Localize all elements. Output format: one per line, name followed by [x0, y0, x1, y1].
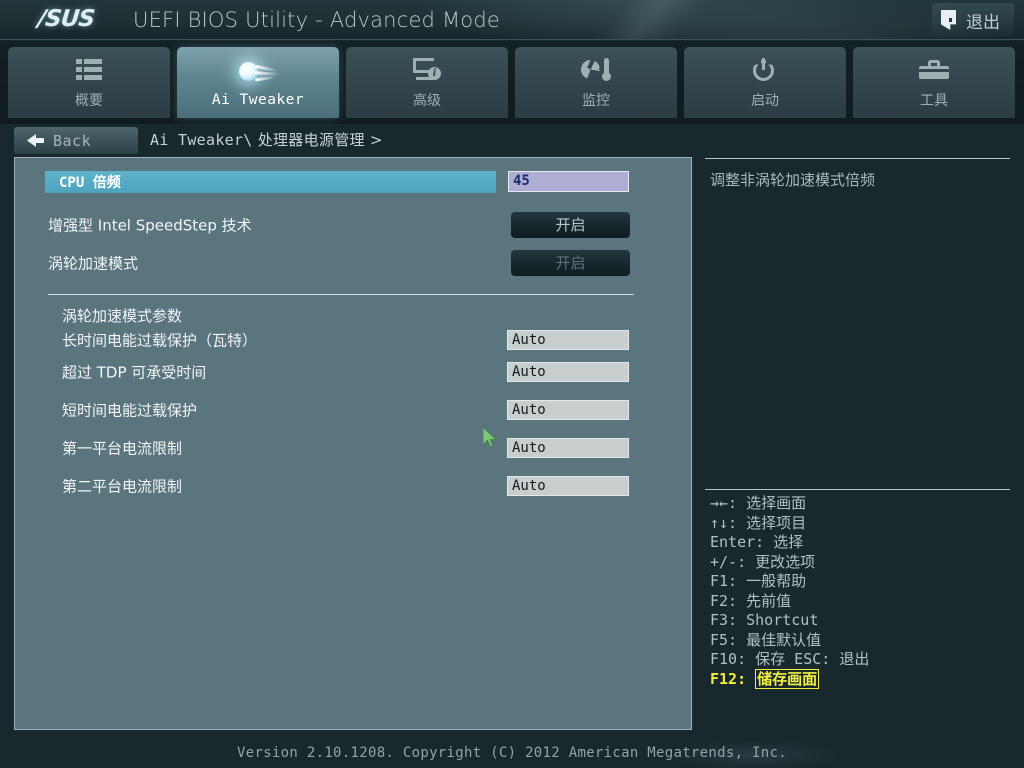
monitor-info-icon: i: [413, 55, 441, 85]
setting-label-turbo-mode: 涡轮加速模式: [48, 254, 139, 273]
cpu-ratio-input[interactable]: 45: [508, 171, 629, 192]
toolbox-icon: [919, 55, 949, 85]
help-description: 调整非涡轮加速模式倍频: [710, 171, 876, 189]
legend-top-divider: [705, 489, 1010, 490]
short-power-limit-field[interactable]: Auto: [507, 400, 629, 420]
section-divider: [48, 294, 634, 295]
tdp-time-window-field[interactable]: Auto: [507, 362, 629, 382]
footer-bar: Version 2.10.1208. Copyright (C) 2012 Am…: [0, 742, 1024, 768]
tab-monitor-label: 监控: [582, 93, 610, 109]
legend-line: F1: 一般帮助: [710, 572, 807, 590]
legend-f12-key: F12:: [710, 669, 756, 688]
breadcrumb-current: 处理器电源管理 >: [252, 131, 383, 149]
version-text: Version 2.10.1208. Copyright (C) 2012 Am…: [237, 745, 787, 761]
mouse-cursor: [483, 427, 497, 449]
gauge-thermometer-icon: [581, 55, 611, 85]
legend-line: F2: 先前值: [710, 591, 792, 610]
setting-row-secondary-current-limit[interactable]: 第二平台电流限制 Auto: [15, 467, 691, 505]
legend-line: ↑↓: 选择项目: [710, 513, 807, 532]
exit-button-label: 退出: [966, 12, 1000, 33]
legend-line: F3: Shortcut: [710, 611, 819, 629]
back-arrow-icon: [27, 133, 44, 148]
legend-line: F10: 保存 ESC: 退出: [710, 650, 870, 668]
primary-current-limit-field[interactable]: Auto: [507, 438, 629, 458]
speedstep-value-button[interactable]: 开启: [511, 212, 630, 238]
breadcrumb: Ai Tweaker\ 处理器电源管理 >: [150, 129, 383, 150]
legend-line: F5: 最佳默认值: [710, 630, 822, 649]
title-bar: /SUS UEFI BIOS Utility - Advanced Mode 退…: [0, 0, 1024, 40]
page-title: UEFI BIOS Utility - Advanced Mode: [133, 8, 500, 32]
help-panel-top-divider: [705, 158, 1010, 159]
legend-line: →←: 选择画面: [710, 494, 807, 512]
setting-label-short-power-limit: 短时间电能过载保护: [62, 401, 198, 420]
breadcrumb-root: Ai Tweaker\: [150, 131, 253, 149]
tab-ai-tweaker-label: Ai Tweaker: [211, 92, 305, 108]
setting-label-cpu-ratio: CPU 倍频: [59, 175, 121, 191]
setting-label-long-power-limit: 长时间电能过载保护（瓦特）: [62, 331, 258, 350]
tab-overview-label: 概要: [75, 93, 103, 109]
navigation-bar: Back Ai Tweaker\ 处理器电源管理 >: [0, 124, 1024, 158]
setting-row-primary-current-limit[interactable]: 第一平台电流限制 Auto: [15, 429, 691, 467]
exit-door-icon: [940, 10, 958, 30]
setting-row-speedstep[interactable]: 增强型 Intel SpeedStep 技术 开启: [15, 206, 691, 244]
legend-f12-action: 储存画面: [755, 668, 820, 689]
turbo-mode-value-button[interactable]: 开启: [511, 250, 630, 276]
setting-label-primary-current-limit: 第一平台电流限制: [62, 439, 183, 458]
back-button-label: Back: [53, 131, 92, 150]
asus-logo: /SUS: [36, 6, 96, 32]
setting-row-long-power-limit[interactable]: 长时间电能过载保护（瓦特） Auto: [15, 314, 691, 352]
tab-tools-label: 工具: [920, 93, 948, 109]
list-icon: [76, 55, 102, 85]
tab-advanced-label: 高级: [413, 93, 441, 109]
tab-overview[interactable]: 概要: [8, 47, 170, 118]
tab-monitor[interactable]: 监控: [515, 47, 677, 118]
setting-label-secondary-current-limit: 第二平台电流限制: [62, 477, 183, 496]
legend-line: +/-: 更改选项: [710, 552, 816, 571]
power-icon: [753, 55, 777, 85]
main-tab-bar: 概要 Ai Tweaker i 高级 监控 启动 工具: [0, 41, 1024, 124]
comet-icon: [235, 57, 281, 87]
tab-tools[interactable]: 工具: [853, 47, 1015, 118]
setting-label-tdp-time-window: 超过 TDP 可承受时间: [62, 363, 207, 382]
long-power-limit-field[interactable]: Auto: [507, 330, 629, 350]
tab-boot-label: 启动: [751, 93, 779, 109]
key-legend: →←: 选择画面 ↑↓: 选择项目 Enter: 选择 +/-: 更改选项 F1…: [710, 494, 1010, 689]
setting-row-tdp-time-window[interactable]: 超过 TDP 可承受时间 Auto: [15, 353, 691, 391]
legend-line-screenshot: F12: 储存画面: [710, 668, 1010, 690]
tab-boot[interactable]: 启动: [684, 47, 846, 118]
exit-button[interactable]: 退出: [932, 3, 1014, 37]
legend-line: Enter: 选择: [710, 533, 804, 551]
setting-row-short-power-limit[interactable]: 短时间电能过载保护 Auto: [15, 391, 691, 429]
secondary-current-limit-field[interactable]: Auto: [507, 476, 629, 496]
tab-advanced[interactable]: i 高级: [346, 47, 508, 118]
setting-label-speedstep: 增强型 Intel SpeedStep 技术: [48, 216, 252, 235]
setting-row-cpu-ratio[interactable]: CPU 倍频 45: [15, 167, 691, 205]
setting-row-turbo-mode[interactable]: 涡轮加速模式 开启: [15, 244, 691, 282]
back-button[interactable]: Back: [14, 127, 138, 154]
settings-panel: CPU 倍频 45 增强型 Intel SpeedStep 技术 开启 涡轮加速…: [14, 157, 692, 730]
tab-ai-tweaker[interactable]: Ai Tweaker: [177, 47, 339, 118]
